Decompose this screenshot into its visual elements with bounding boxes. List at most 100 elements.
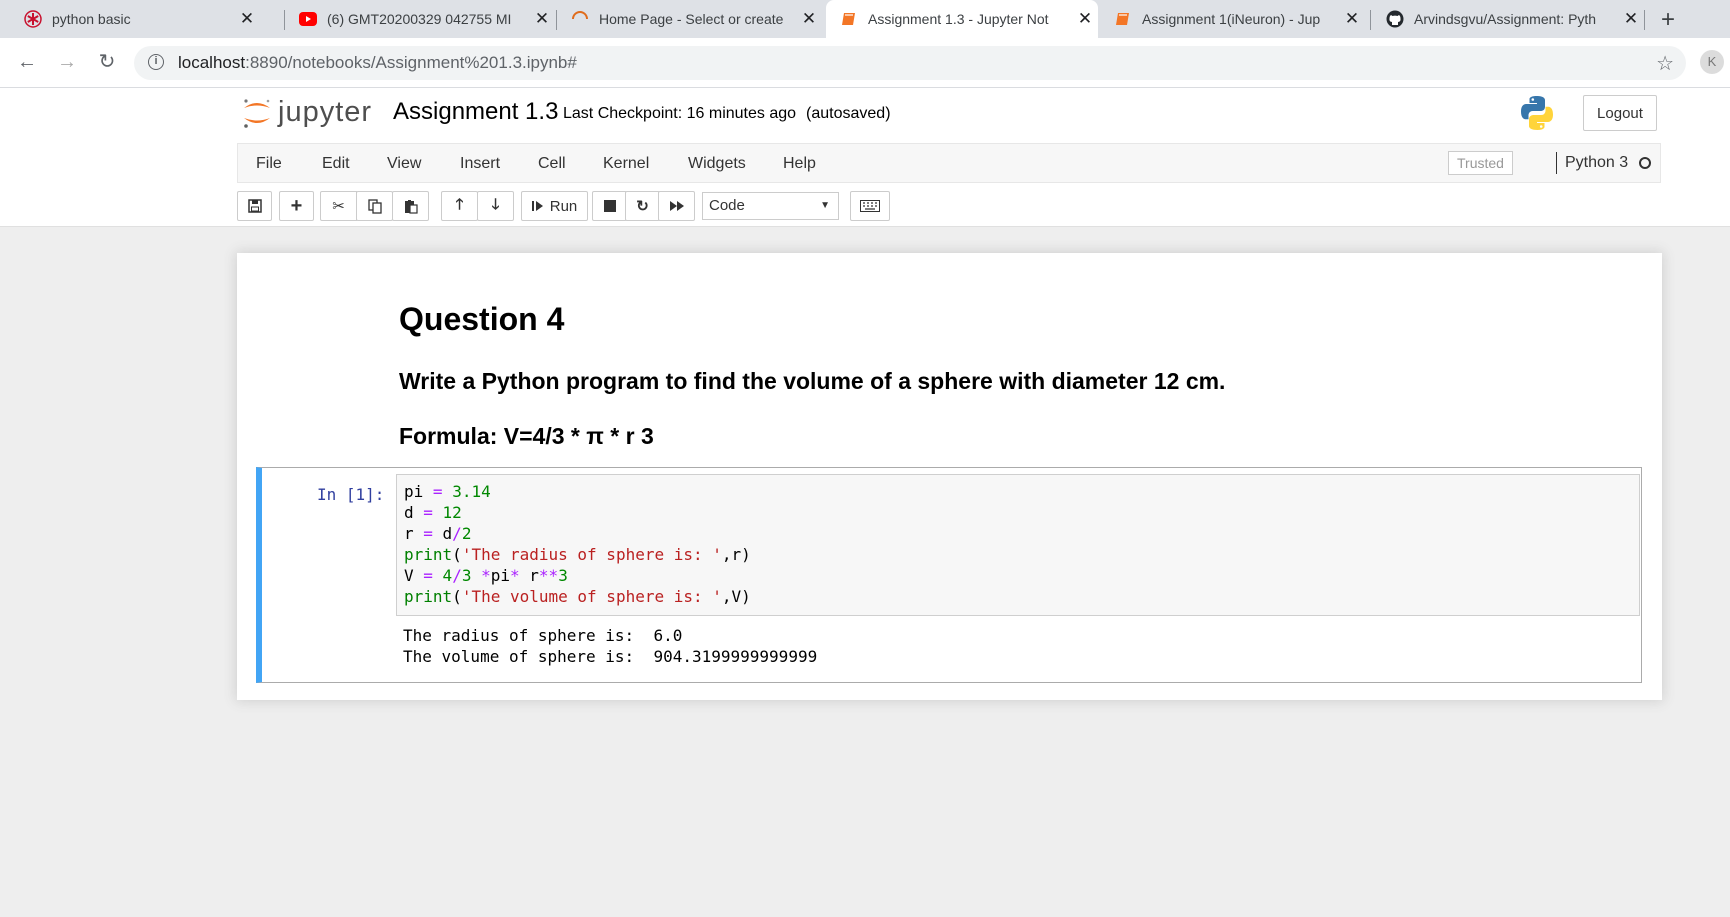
code-line: print('The radius of sphere is: ',r)	[404, 545, 751, 564]
step-forward-icon	[531, 201, 543, 211]
code-line: pi = 3.14	[404, 482, 491, 501]
markdown-heading[interactable]: Question 4	[399, 301, 564, 338]
chevron-down-icon: ▼	[820, 200, 830, 211]
kernel-idle-indicator-icon	[1639, 157, 1651, 169]
profile-avatar[interactable]: K	[1700, 50, 1724, 74]
scissors-icon: ✂	[332, 198, 345, 215]
jupyter-book-icon	[840, 10, 858, 28]
close-icon[interactable]: ✕	[1339, 9, 1365, 29]
close-icon[interactable]: ✕	[1618, 9, 1644, 29]
close-icon[interactable]: ✕	[1072, 9, 1098, 29]
jupyter-book-icon	[1114, 10, 1132, 28]
notebook-container: Question 4 Write a Python program to fin…	[237, 253, 1662, 700]
github-icon	[1386, 10, 1404, 28]
autosave-status: (autosaved)	[806, 105, 891, 122]
trusted-badge[interactable]: Trusted	[1448, 151, 1513, 175]
asterisk-red-icon	[24, 10, 42, 28]
menu-insert[interactable]: Insert	[460, 155, 500, 173]
menu-file[interactable]: File	[256, 155, 282, 173]
menu-kernel[interactable]: Kernel	[603, 155, 649, 173]
code-cell-selected[interactable]: In [1]: pi = 3.14 d = 12 r = d/2 print('…	[256, 467, 1642, 683]
tab-title: Assignment 1.3 - Jupyter Not	[868, 11, 1049, 27]
command-palette-button[interactable]	[850, 191, 890, 221]
address-bar[interactable]: i localhost:8890/notebooks/Assignment%20…	[134, 46, 1686, 80]
output-line: The volume of sphere is: 904.31999999999…	[403, 647, 818, 666]
code-line: V = 4/3 *pi* r**3	[404, 566, 568, 585]
paste-icon	[404, 199, 418, 214]
code-editor[interactable]: pi = 3.14 d = 12 r = d/2 print('The radi…	[396, 474, 1640, 616]
move-up-button[interactable]: 🡑	[441, 191, 478, 221]
save-button[interactable]	[237, 191, 272, 221]
markdown-formula[interactable]: Formula: V=4/3 * π * r 3	[399, 423, 654, 450]
back-arrow-icon[interactable]: ←	[12, 47, 42, 77]
copy-button[interactable]	[356, 191, 393, 221]
tab-title: Home Page - Select or create	[599, 11, 784, 27]
forward-arrow-icon[interactable]: →	[52, 47, 82, 77]
new-tab-plus-icon[interactable]: +	[1655, 6, 1681, 34]
last-checkpoint: Last Checkpoint: 16 minutes ago	[563, 105, 797, 122]
close-icon[interactable]: ✕	[796, 9, 822, 29]
browser-tab-bar: python basic ✕ (6) GMT20200329 042755 MI…	[0, 0, 1730, 38]
close-icon[interactable]: ✕	[529, 9, 555, 29]
cut-button[interactable]: ✂	[320, 191, 357, 221]
fast-forward-icon	[669, 201, 684, 211]
notebook-name[interactable]: Assignment 1.3	[393, 98, 558, 126]
move-down-button[interactable]: 🡓	[477, 191, 514, 221]
checkpoint-status: Last Checkpoint: 16 minutes ago (autosave…	[563, 105, 891, 123]
browser-tab-assignment-ineuron[interactable]: Assignment 1(iNeuron) - Jup ✕	[1100, 0, 1365, 38]
browser-toolbar: ← → ↻ i localhost:8890/notebooks/Assignm…	[0, 38, 1730, 88]
menu-widgets[interactable]: Widgets	[688, 155, 746, 173]
browser-tab-github[interactable]: Arvindsgvu/Assignment: Pyth ✕	[1372, 0, 1644, 38]
cell-type-select[interactable]: Code ▼	[702, 192, 839, 220]
arrow-up-icon: 🡑	[455, 195, 464, 213]
markdown-question[interactable]: Write a Python program to find the volum…	[399, 368, 1225, 395]
restart-run-all-button[interactable]	[658, 191, 695, 221]
paste-button[interactable]	[392, 191, 429, 221]
restart-icon: ↻	[636, 198, 649, 215]
browser-tab-assignment-1-3[interactable]: Assignment 1.3 - Jupyter Not ✕	[826, 0, 1098, 38]
output-line: The radius of sphere is: 6.0	[403, 626, 683, 645]
tab-title: python basic	[52, 11, 131, 27]
run-button[interactable]: Run	[521, 191, 588, 221]
cell-type-value: Code	[709, 197, 745, 214]
keyboard-icon	[860, 200, 880, 212]
python-logo-icon	[1517, 93, 1557, 138]
tab-title: (6) GMT20200329 042755 MI	[327, 11, 512, 27]
restart-kernel-button[interactable]: ↻	[625, 191, 660, 221]
tab-title: Arvindsgvu/Assignment: Pyth	[1414, 11, 1597, 27]
close-icon[interactable]: ✕	[234, 9, 260, 29]
menu-view[interactable]: View	[387, 155, 421, 173]
youtube-icon	[299, 10, 317, 28]
cell-output: The radius of sphere is: 6.0 The volume …	[403, 625, 817, 667]
plus-icon: +	[290, 194, 303, 217]
code-line: r = d/2	[404, 524, 472, 543]
stop-icon	[603, 200, 616, 212]
menu-bar: File Edit View Insert Cell Kernel Widget…	[237, 143, 1661, 183]
browser-tab-home-page[interactable]: Home Page - Select or create ✕	[557, 0, 822, 38]
run-label: Run	[549, 197, 578, 215]
kernel-name[interactable]: Python 3	[1556, 152, 1628, 174]
browser-tab-python-basic[interactable]: python basic ✕	[10, 0, 260, 38]
info-icon[interactable]: i	[148, 54, 164, 70]
menu-cell[interactable]: Cell	[538, 155, 566, 173]
browser-tab-youtube[interactable]: (6) GMT20200329 042755 MI ✕	[285, 0, 555, 38]
arrow-down-icon: 🡓	[491, 195, 500, 213]
tab-divider	[1644, 10, 1645, 30]
url-path: :8890/notebooks/Assignment%201.3.ipynb#	[245, 53, 577, 72]
insert-cell-button[interactable]: +	[279, 191, 314, 221]
menu-help[interactable]: Help	[783, 155, 816, 173]
url-text: localhost:8890/notebooks/Assignment%201.…	[178, 53, 577, 73]
jupyter-orbit-icon	[244, 98, 270, 128]
input-prompt: In [1]:	[317, 485, 385, 504]
reload-icon[interactable]: ↻	[92, 47, 122, 77]
jupyter-header: jupyter Assignment 1.3 Last Checkpoint: …	[0, 88, 1730, 227]
menu-edit[interactable]: Edit	[322, 155, 350, 173]
logout-button[interactable]: Logout	[1583, 95, 1657, 131]
code-line: d = 12	[404, 503, 462, 522]
interrupt-button[interactable]	[592, 191, 627, 221]
jupyter-logo[interactable]: jupyter	[242, 96, 372, 129]
tab-title: Assignment 1(iNeuron) - Jup	[1142, 11, 1321, 27]
bookmark-star-icon[interactable]: ☆	[1656, 51, 1674, 76]
code-line: print('The volume of sphere is: ',V)	[404, 587, 751, 606]
loading-spinner-icon	[571, 10, 589, 28]
